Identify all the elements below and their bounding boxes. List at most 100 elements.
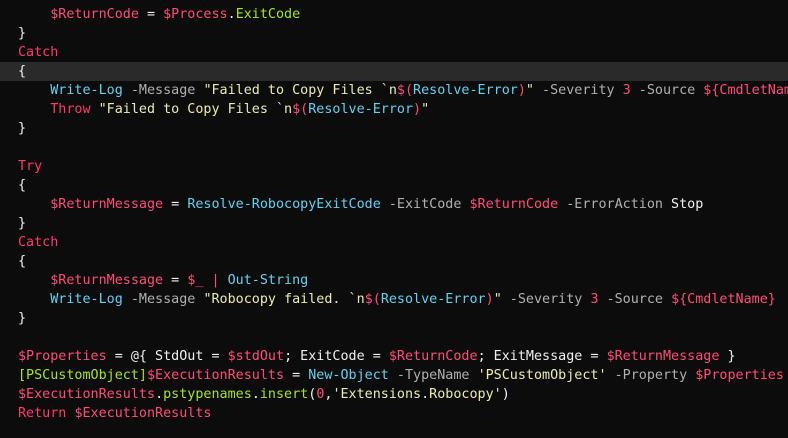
code-line[interactable]: Return $ExecutionResults — [0, 404, 788, 423]
code-token: $( — [364, 292, 381, 307]
code-token: Write-Log — [50, 83, 123, 98]
code-token: $Properties — [695, 368, 784, 383]
code-line[interactable]: Throw "Failed to Copy Files `n$(Resolve-… — [0, 100, 788, 119]
code-token: -Property — [606, 368, 696, 383]
code-line[interactable]: $ReturnMessage = $_ | Out-String — [0, 271, 788, 290]
code-token: | — [203, 273, 228, 288]
code-token: [PSCustomObject] — [18, 368, 147, 383]
code-line[interactable]: } — [0, 24, 788, 43]
code-token: } — [18, 216, 27, 231]
code-token: $ReturnMessage — [50, 273, 164, 288]
code-line[interactable]: Catch — [0, 43, 788, 62]
code-line[interactable]: Try — [0, 157, 788, 176]
code-token: -ExitCode — [380, 197, 470, 212]
code-token: $( — [396, 83, 414, 98]
code-token: = — [284, 368, 309, 383]
code-token: Resolve-Error — [380, 292, 486, 307]
code-line[interactable]: $Properties = @{ StdOut = $stdOut; ExitC… — [0, 347, 788, 366]
code-token: -Source — [598, 292, 672, 307]
code-token: -Severity — [533, 83, 623, 98]
code-token: Catch — [18, 45, 59, 60]
code-token: = — [138, 7, 164, 22]
code-line[interactable]: $ReturnCode = $Process.ExitCode — [0, 5, 788, 24]
code-token: ${CmdletName} — [703, 83, 788, 98]
code-token: 3 — [590, 292, 599, 307]
code-line[interactable] — [0, 328, 788, 347]
code-token: "Failed to Copy Files `n — [98, 102, 293, 117]
code-line[interactable]: } — [0, 214, 788, 233]
code-token: $ReturnCode — [469, 197, 559, 212]
code-token: { — [18, 64, 27, 79]
code-token: { — [18, 254, 27, 269]
code-line[interactable] — [0, 138, 788, 157]
code-token: ${CmdletName} — [671, 292, 776, 307]
code-token: $( — [292, 102, 309, 117]
code-token: " — [421, 102, 430, 117]
code-token: Throw — [50, 102, 91, 117]
code-token: Try — [18, 159, 43, 174]
code-editor[interactable]: $ReturnCode = $Process.ExitCode} Catch{ W… — [0, 5, 788, 438]
code-token: ; ExitMessage = — [477, 349, 607, 364]
code-line[interactable]: [PSCustomObject]$ExecutionResults = New-… — [0, 366, 788, 385]
code-token: Resolve-Error — [413, 83, 518, 98]
code-token: $Process — [163, 7, 228, 22]
code-token: "Failed to Copy Files `n — [203, 83, 397, 98]
code-token: Write-Log — [50, 292, 123, 307]
code-token: Stop — [671, 197, 704, 212]
code-token: $_ — [187, 273, 204, 288]
code-token: ExitCode — [235, 7, 301, 22]
code-token: $stdOut — [227, 349, 285, 364]
code-token: { — [18, 178, 27, 193]
code-token: insert — [259, 387, 309, 402]
code-token: ) — [501, 387, 510, 402]
code-token: } — [18, 311, 27, 326]
code-token: } — [18, 121, 27, 136]
code-token: = — [163, 273, 188, 288]
code-line[interactable]: } — [0, 119, 788, 138]
code-token: ) — [485, 292, 494, 307]
code-line[interactable]: { — [0, 176, 788, 195]
code-token: " — [493, 292, 502, 307]
code-token: -Message — [122, 292, 204, 307]
code-token: = @{ StdOut = — [106, 349, 228, 364]
code-token: Out-String — [227, 273, 309, 288]
code-token: 'PSCustomObject' — [477, 368, 607, 383]
code-line[interactable]: $ExecutionResults.pstypenames.insert(0,'… — [0, 385, 788, 404]
code-token: 'Extensions.Robocopy' — [332, 387, 502, 402]
code-token: Resolve-RobocopyExitCode — [187, 197, 381, 212]
code-token: $ExecutionResults — [74, 406, 212, 421]
code-line[interactable]: { — [0, 252, 788, 271]
code-token: ) — [517, 83, 526, 98]
code-line[interactable]: } — [0, 309, 788, 328]
code-token: New-Object — [308, 368, 389, 383]
code-token: $ReturnMessage — [50, 197, 164, 212]
code-token: " — [525, 83, 534, 98]
code-line[interactable]: Write-Log -Message "Robocopy failed. `n$… — [0, 290, 788, 309]
code-token: } — [18, 26, 27, 41]
code-token: . — [251, 387, 260, 402]
code-token: ) — [413, 102, 422, 117]
code-line[interactable]: Catch — [0, 233, 788, 252]
code-token: = — [163, 197, 188, 212]
code-token: $ReturnCode — [50, 7, 139, 22]
code-token: -Severity — [501, 292, 591, 307]
code-token: $ExecutionResults — [147, 368, 285, 383]
code-token: -TypeName — [388, 368, 478, 383]
code-line[interactable]: $ReturnMessage = Resolve-RobocopyExitCod… — [0, 195, 788, 214]
code-token: 3 — [622, 83, 631, 98]
code-token: Catch — [18, 235, 59, 250]
code-token: . — [227, 7, 236, 22]
code-token: $ExecutionResults — [18, 387, 156, 402]
code-token: Return — [18, 406, 67, 421]
code-token: } — [719, 349, 736, 364]
code-line[interactable]: { — [0, 62, 788, 81]
code-line[interactable]: Write-Log -Message "Failed to Copy Files… — [0, 81, 788, 100]
code-token: ; ExitCode = — [284, 349, 389, 364]
